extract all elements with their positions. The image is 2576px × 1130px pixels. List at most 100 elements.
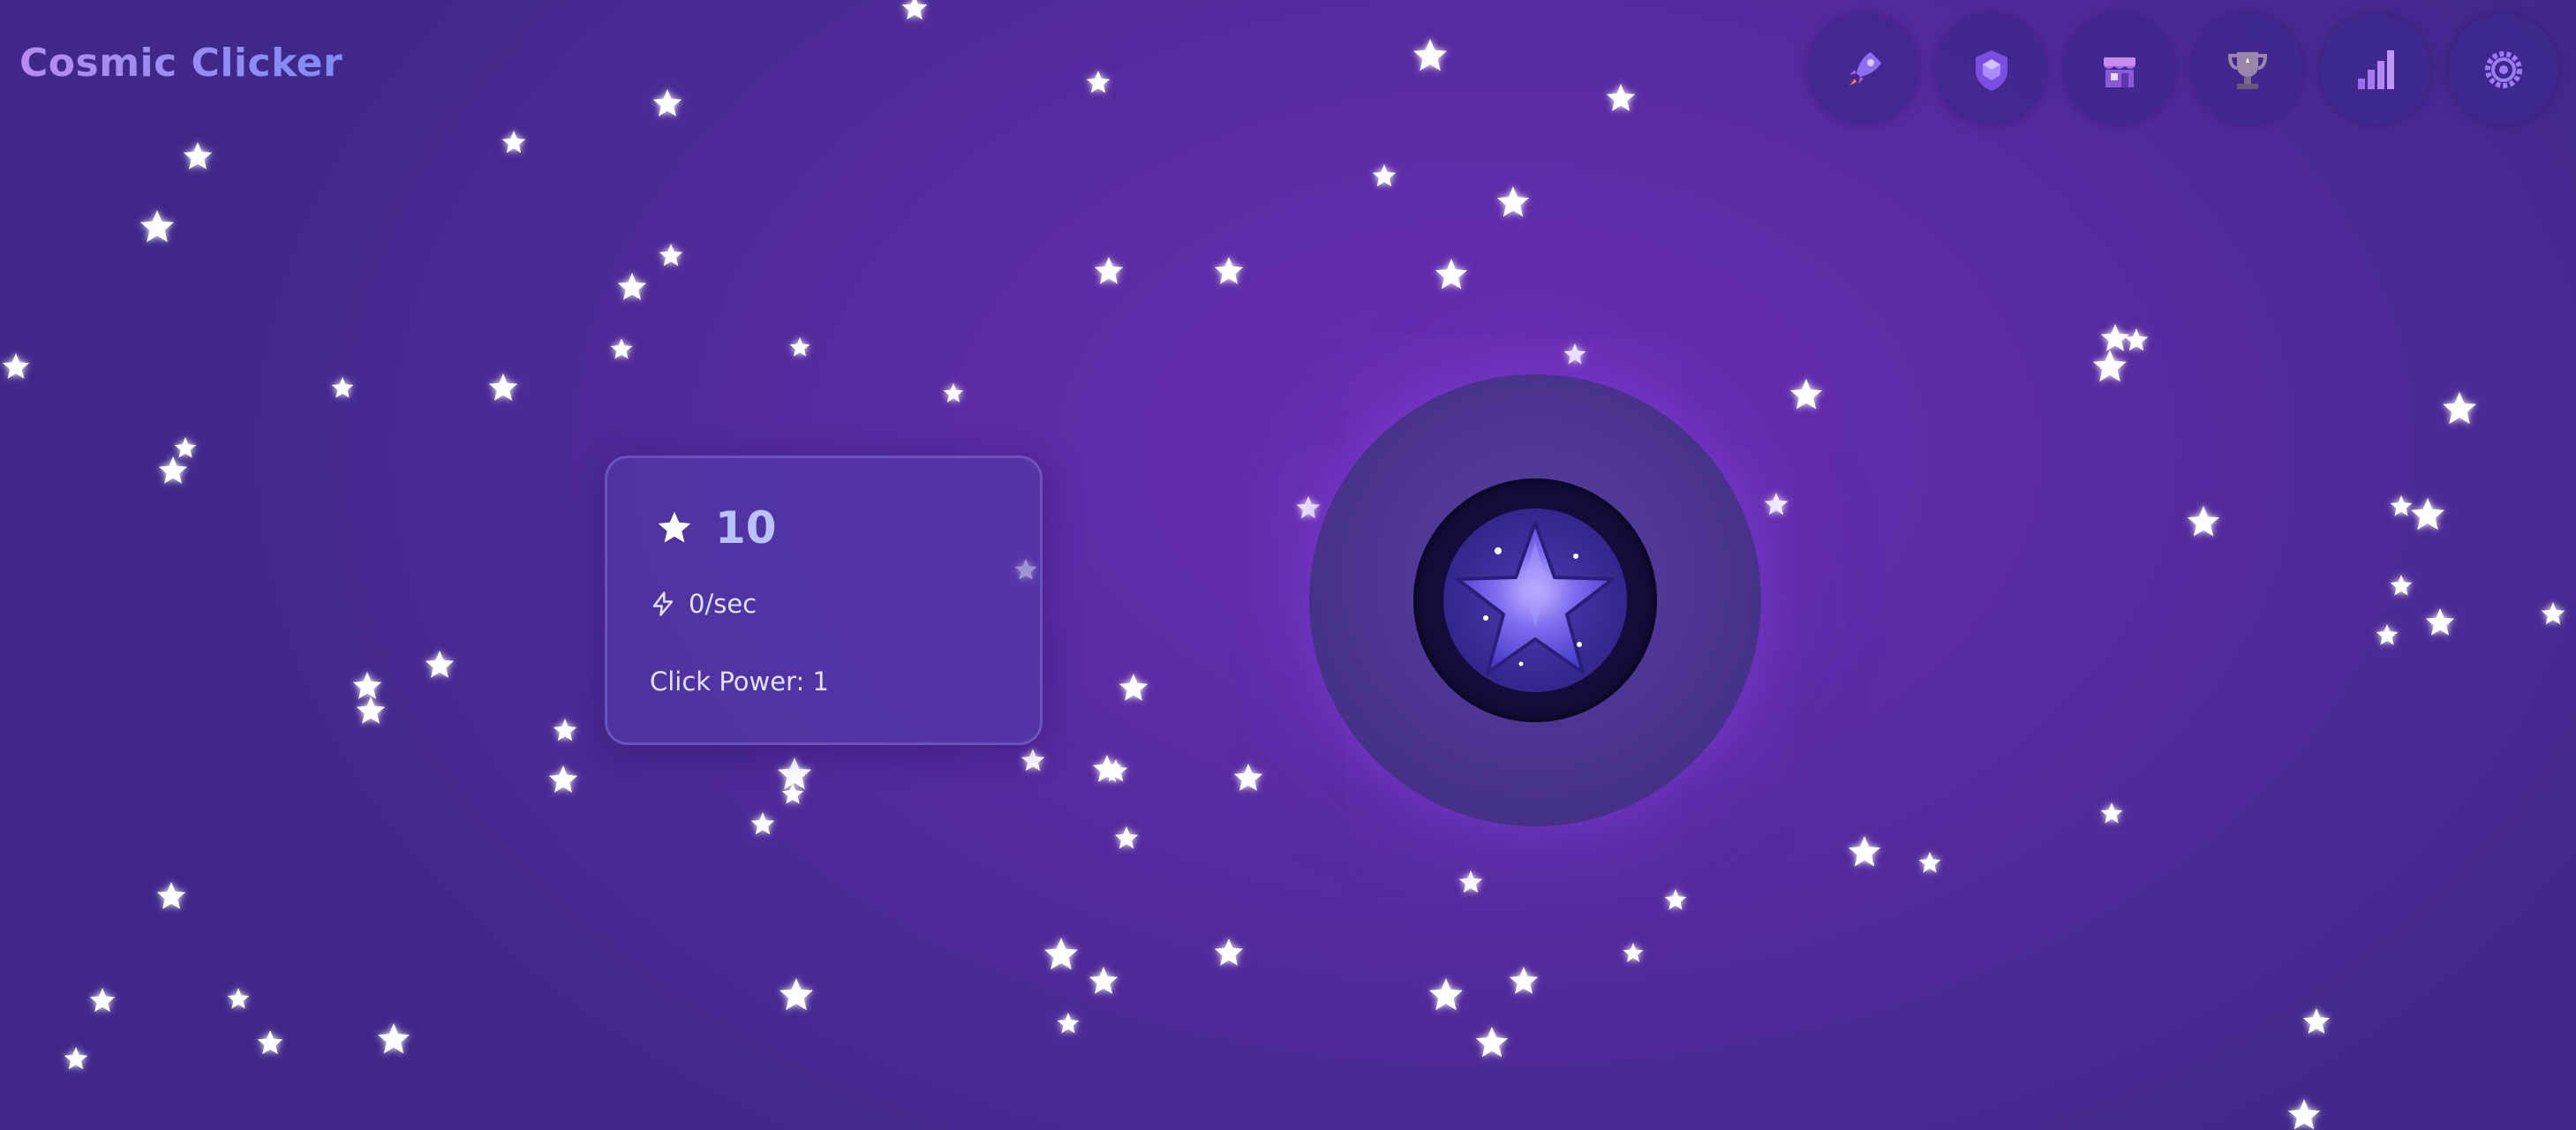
background-star — [1057, 1013, 1080, 1034]
settings-button[interactable] — [2448, 14, 2558, 124]
background-star — [377, 1023, 411, 1054]
stars-count: 10 — [715, 502, 777, 554]
background-star — [2100, 802, 2123, 824]
background-star — [1413, 39, 1447, 72]
background-star — [331, 377, 354, 398]
background-star — [2287, 1099, 2321, 1130]
background-star — [1103, 759, 1128, 782]
background-star — [1509, 967, 1539, 994]
background-star — [174, 437, 197, 458]
background-star — [257, 1030, 283, 1055]
background-star — [352, 672, 382, 699]
background-star — [1044, 938, 1078, 970]
stars-count-row: 10 — [655, 502, 777, 554]
background-star — [2187, 506, 2220, 537]
background-star — [659, 244, 683, 267]
trophy-icon — [2227, 51, 2267, 89]
stats-button[interactable] — [2320, 14, 2430, 124]
background-star — [789, 337, 810, 357]
background-star — [610, 338, 633, 359]
background-star — [1021, 749, 1045, 772]
background-star — [1475, 1027, 1509, 1058]
stats-panel: 10 0/sec Click Power: 1 — [605, 456, 1043, 745]
background-star — [1092, 755, 1122, 782]
clicker-ring[interactable] — [1413, 478, 1657, 722]
background-star — [1664, 889, 1687, 910]
background-star — [1086, 71, 1111, 94]
shop-icon — [2103, 56, 2135, 87]
background-star — [501, 131, 526, 154]
background-star — [1214, 938, 1244, 966]
per-second-value: 0/sec — [689, 589, 757, 619]
background-star — [1119, 674, 1149, 701]
background-star — [1623, 943, 1644, 962]
background-star — [2100, 324, 2130, 351]
background-star — [2376, 624, 2399, 645]
cosmic-star-icon — [1456, 521, 1615, 674]
background-star — [780, 978, 813, 1011]
background-star — [781, 783, 804, 804]
background-star — [140, 210, 174, 243]
background-star — [2443, 392, 2476, 425]
rocket-icon — [1849, 51, 1881, 86]
background-star — [1429, 978, 1463, 1011]
background-star — [1606, 84, 1636, 111]
rocket-button[interactable] — [1808, 14, 1918, 124]
background-star — [617, 273, 647, 300]
background-star — [1372, 164, 1397, 187]
background-star — [2, 353, 30, 379]
background-star — [1563, 343, 1586, 365]
starfield-background — [2, 0, 2565, 1130]
background-star — [750, 812, 775, 835]
background-star — [64, 1047, 88, 1070]
background-star — [89, 988, 116, 1013]
lightning-icon — [652, 591, 674, 616]
top-toolbar — [1808, 14, 2558, 124]
background-star — [1094, 257, 1124, 284]
gear-icon — [2484, 50, 2522, 88]
background-star — [1233, 764, 1263, 791]
background-star — [553, 719, 577, 742]
background-star — [488, 373, 518, 401]
background-star — [158, 456, 188, 484]
background-star — [1764, 493, 1789, 516]
clicker-orb[interactable] — [1309, 374, 1761, 826]
background-star — [901, 0, 928, 20]
background-star — [183, 142, 213, 170]
background-star — [425, 651, 455, 678]
background-star — [1088, 967, 1119, 994]
background-star — [2541, 602, 2565, 625]
background-star — [2093, 350, 2127, 382]
click-power-row: Click Power: 1 — [650, 667, 829, 697]
background-star — [356, 697, 386, 724]
background-star — [2425, 608, 2455, 636]
background-star — [156, 882, 186, 909]
background-star — [652, 89, 682, 117]
background-star — [227, 988, 250, 1009]
achievements-button[interactable] — [2192, 14, 2302, 124]
background-star — [943, 383, 964, 403]
background-star — [1114, 826, 1139, 849]
background-star — [1918, 852, 1941, 873]
background-star — [1435, 259, 1468, 290]
background-star — [1458, 870, 1483, 893]
shield-gem-icon — [1975, 49, 2007, 91]
bar-chart-icon — [2357, 49, 2394, 89]
shield-button[interactable] — [1936, 14, 2046, 124]
star-icon — [658, 511, 691, 543]
background-star — [1296, 496, 1321, 519]
per-second-row: 0/sec — [650, 589, 757, 619]
background-star — [2302, 1008, 2331, 1034]
background-star — [1789, 379, 1823, 410]
background-star — [778, 757, 811, 790]
app-title: Cosmic Clicker — [19, 41, 343, 86]
clicker-button[interactable] — [1443, 508, 1627, 692]
background-star — [1848, 836, 1881, 867]
shop-button[interactable] — [2064, 14, 2174, 124]
background-star — [548, 765, 578, 793]
background-star — [1214, 257, 1244, 284]
background-star — [1496, 186, 1530, 217]
background-star — [2124, 328, 2149, 351]
background-star — [2411, 498, 2444, 531]
background-star — [2390, 495, 2413, 516]
